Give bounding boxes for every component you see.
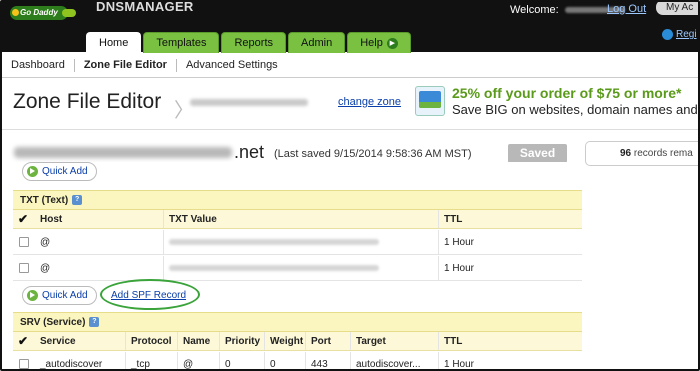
play-icon xyxy=(27,289,38,301)
quick-add-label: Quick Add xyxy=(42,166,88,177)
quick-add-row-previous: Quick Add xyxy=(13,162,582,184)
srv-section-title: SRV (Service) xyxy=(20,317,86,328)
row-ttl: 1 Hour xyxy=(438,256,582,280)
logo-bubble-icon xyxy=(62,9,76,17)
app-window: Go Daddy DNSMANAGER Welcome: Log Out My … xyxy=(0,0,700,371)
help-icon[interactable]: ? xyxy=(72,195,83,206)
column-protocol[interactable]: Protocol xyxy=(125,332,177,350)
row-host: @ xyxy=(40,237,51,248)
page-title: Zone File Editor xyxy=(13,90,162,113)
srv-section-header: SRV (Service)? xyxy=(13,312,582,332)
sun-icon xyxy=(12,9,19,16)
records-remaining-box: 96 records rema xyxy=(585,141,698,166)
column-priority[interactable]: Priority xyxy=(219,332,264,350)
add-spf-record-link[interactable]: Add SPF Record xyxy=(111,290,186,301)
register-icon xyxy=(662,29,673,40)
row-txt-value-redacted xyxy=(163,256,438,280)
txt-section-header: TXT (Text)? xyxy=(13,190,582,210)
row-checkbox[interactable] xyxy=(13,352,35,369)
records-count: 96 xyxy=(620,148,632,159)
register-link[interactable]: Regi xyxy=(662,29,697,40)
arrow-right-icon: ▶ xyxy=(386,37,398,49)
saved-button[interactable]: Saved xyxy=(508,144,567,163)
grass-shape xyxy=(419,102,441,108)
quick-add-button-txt[interactable]: Quick Add xyxy=(22,286,97,305)
select-all-check-icon[interactable]: ✔ xyxy=(13,332,35,350)
subnav-dashboard[interactable]: Dashboard xyxy=(2,58,75,72)
logout-link[interactable]: Log Out xyxy=(607,3,646,15)
column-ttl[interactable]: TTL xyxy=(438,210,582,228)
help-icon[interactable]: ? xyxy=(89,317,100,328)
quick-add-button-previous[interactable]: Quick Add xyxy=(22,162,97,181)
table-row[interactable]: @ 1 Hour xyxy=(13,256,582,281)
header-divider xyxy=(2,129,698,130)
promo-subline[interactable]: Save BIG on websites, domain names and xyxy=(452,102,698,117)
main-tabs: Home Templates Reports Admin Help ▶ xyxy=(86,32,411,53)
promo-headline[interactable]: 25% off your order of $75 or more* xyxy=(452,85,682,101)
row-checkbox[interactable] xyxy=(13,256,35,280)
row-weight: 0 xyxy=(264,352,305,369)
welcome-label: Welcome: xyxy=(510,4,559,16)
row-port: 443 xyxy=(305,352,350,369)
domain-tld: .net xyxy=(234,142,265,162)
column-target[interactable]: Target xyxy=(350,332,438,350)
website-builder-icon[interactable] xyxy=(415,86,445,116)
breadcrumb-domain-redacted xyxy=(190,99,308,106)
srv-column-headers: ✔ Service Protocol Name Priority Weight … xyxy=(13,332,582,351)
row-host: @ xyxy=(40,263,51,274)
logo-text: Go Daddy xyxy=(20,8,58,17)
column-host[interactable]: Host xyxy=(35,210,163,228)
row-txt-value-redacted xyxy=(163,230,438,254)
table-row[interactable]: _autodiscover _tcp @ 0 0 443 autodiscove… xyxy=(13,352,582,370)
register-label: Regi xyxy=(676,29,697,41)
godaddy-logo[interactable]: Go Daddy xyxy=(10,6,76,20)
row-priority: 0 xyxy=(219,352,264,369)
change-zone-link[interactable]: change zone xyxy=(338,96,401,108)
column-name[interactable]: Name xyxy=(177,332,219,350)
tab-help[interactable]: Help ▶ xyxy=(347,32,411,53)
tab-home[interactable]: Home xyxy=(86,32,142,53)
records-label: records rema xyxy=(633,148,693,159)
subnav-zone-file-editor[interactable]: Zone File Editor xyxy=(75,58,177,72)
tab-admin[interactable]: Admin xyxy=(288,32,346,53)
top-bar: Go Daddy DNSMANAGER Welcome: Log Out My … xyxy=(2,0,698,53)
column-port[interactable]: Port xyxy=(305,332,350,350)
domain-name-redacted xyxy=(14,147,232,158)
txt-section-title: TXT (Text) xyxy=(20,195,69,206)
app-name: DNSMANAGER xyxy=(96,0,194,14)
column-ttl[interactable]: TTL xyxy=(438,332,582,350)
my-account-button[interactable]: My Ac xyxy=(656,2,698,15)
tab-reports[interactable]: Reports xyxy=(221,32,287,53)
row-ttl: 1 Hour xyxy=(438,230,582,254)
column-service[interactable]: Service xyxy=(35,332,125,350)
row-name: @ xyxy=(177,352,219,369)
txt-quick-add-row: Quick Add Add SPF Record xyxy=(13,279,582,310)
column-txt-value[interactable]: TXT Value xyxy=(163,210,438,228)
tab-help-label: Help xyxy=(360,37,383,49)
row-service: _autodiscover xyxy=(40,359,103,370)
quick-add-label: Quick Add xyxy=(42,290,88,301)
column-weight[interactable]: Weight xyxy=(264,332,305,350)
tab-templates[interactable]: Templates xyxy=(143,32,220,53)
table-row[interactable]: @ 1 Hour xyxy=(13,230,582,255)
subnav-advanced-settings[interactable]: Advanced Settings xyxy=(177,59,287,72)
play-icon xyxy=(27,165,38,177)
select-all-check-icon[interactable]: ✔ xyxy=(13,210,35,228)
sub-navigation: Dashboard Zone File Editor Advanced Sett… xyxy=(2,53,698,78)
last-saved-text: (Last saved 9/15/2014 9:58:36 AM MST) xyxy=(274,148,472,160)
row-checkbox[interactable] xyxy=(13,230,35,254)
row-protocol: _tcp xyxy=(125,352,177,369)
txt-column-headers: ✔ Host TXT Value TTL xyxy=(13,210,582,229)
row-ttl: 1 Hour xyxy=(438,352,582,369)
row-target: autodiscover... xyxy=(350,352,438,369)
